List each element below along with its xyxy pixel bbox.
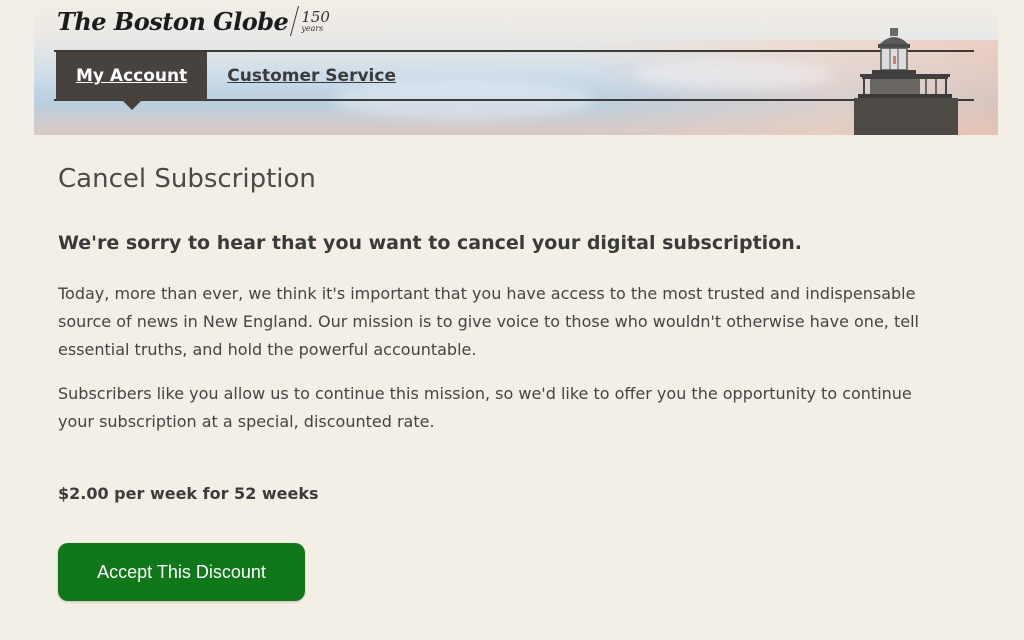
site-logo[interactable]: The Boston Globe 150 years [57, 6, 330, 36]
accept-discount-button[interactable]: Accept This Discount [58, 543, 305, 601]
main-nav: My Account Customer Service [56, 52, 416, 110]
page: The Boston Globe 150 years My Account Cu… [0, 0, 1024, 640]
offer-intro-paragraph: Subscribers like you allow us to continu… [58, 384, 912, 431]
nav-tab-my-account[interactable]: My Account [56, 52, 208, 110]
logo-anniversary-label: years [301, 23, 324, 33]
cancel-subheading: We're sorry to hear that you want to can… [58, 232, 802, 254]
logo-separator [290, 6, 300, 36]
lighthouse-illustration [854, 28, 958, 135]
banner-cloud [634, 60, 834, 90]
logo-anniversary-number: 150 [301, 7, 330, 26]
logo-text: The Boston Globe [57, 6, 289, 36]
page-title: Cancel Subscription [58, 164, 316, 194]
discount-offer: $2.00 per week for 52 weeks [58, 484, 319, 503]
nav-tab-customer-service[interactable]: Customer Service [207, 52, 416, 100]
logo-anniversary: 150 years [301, 7, 330, 33]
header-banner: The Boston Globe 150 years My Account Cu… [34, 0, 998, 135]
mission-paragraph: Today, more than ever, we think it's imp… [58, 284, 919, 359]
